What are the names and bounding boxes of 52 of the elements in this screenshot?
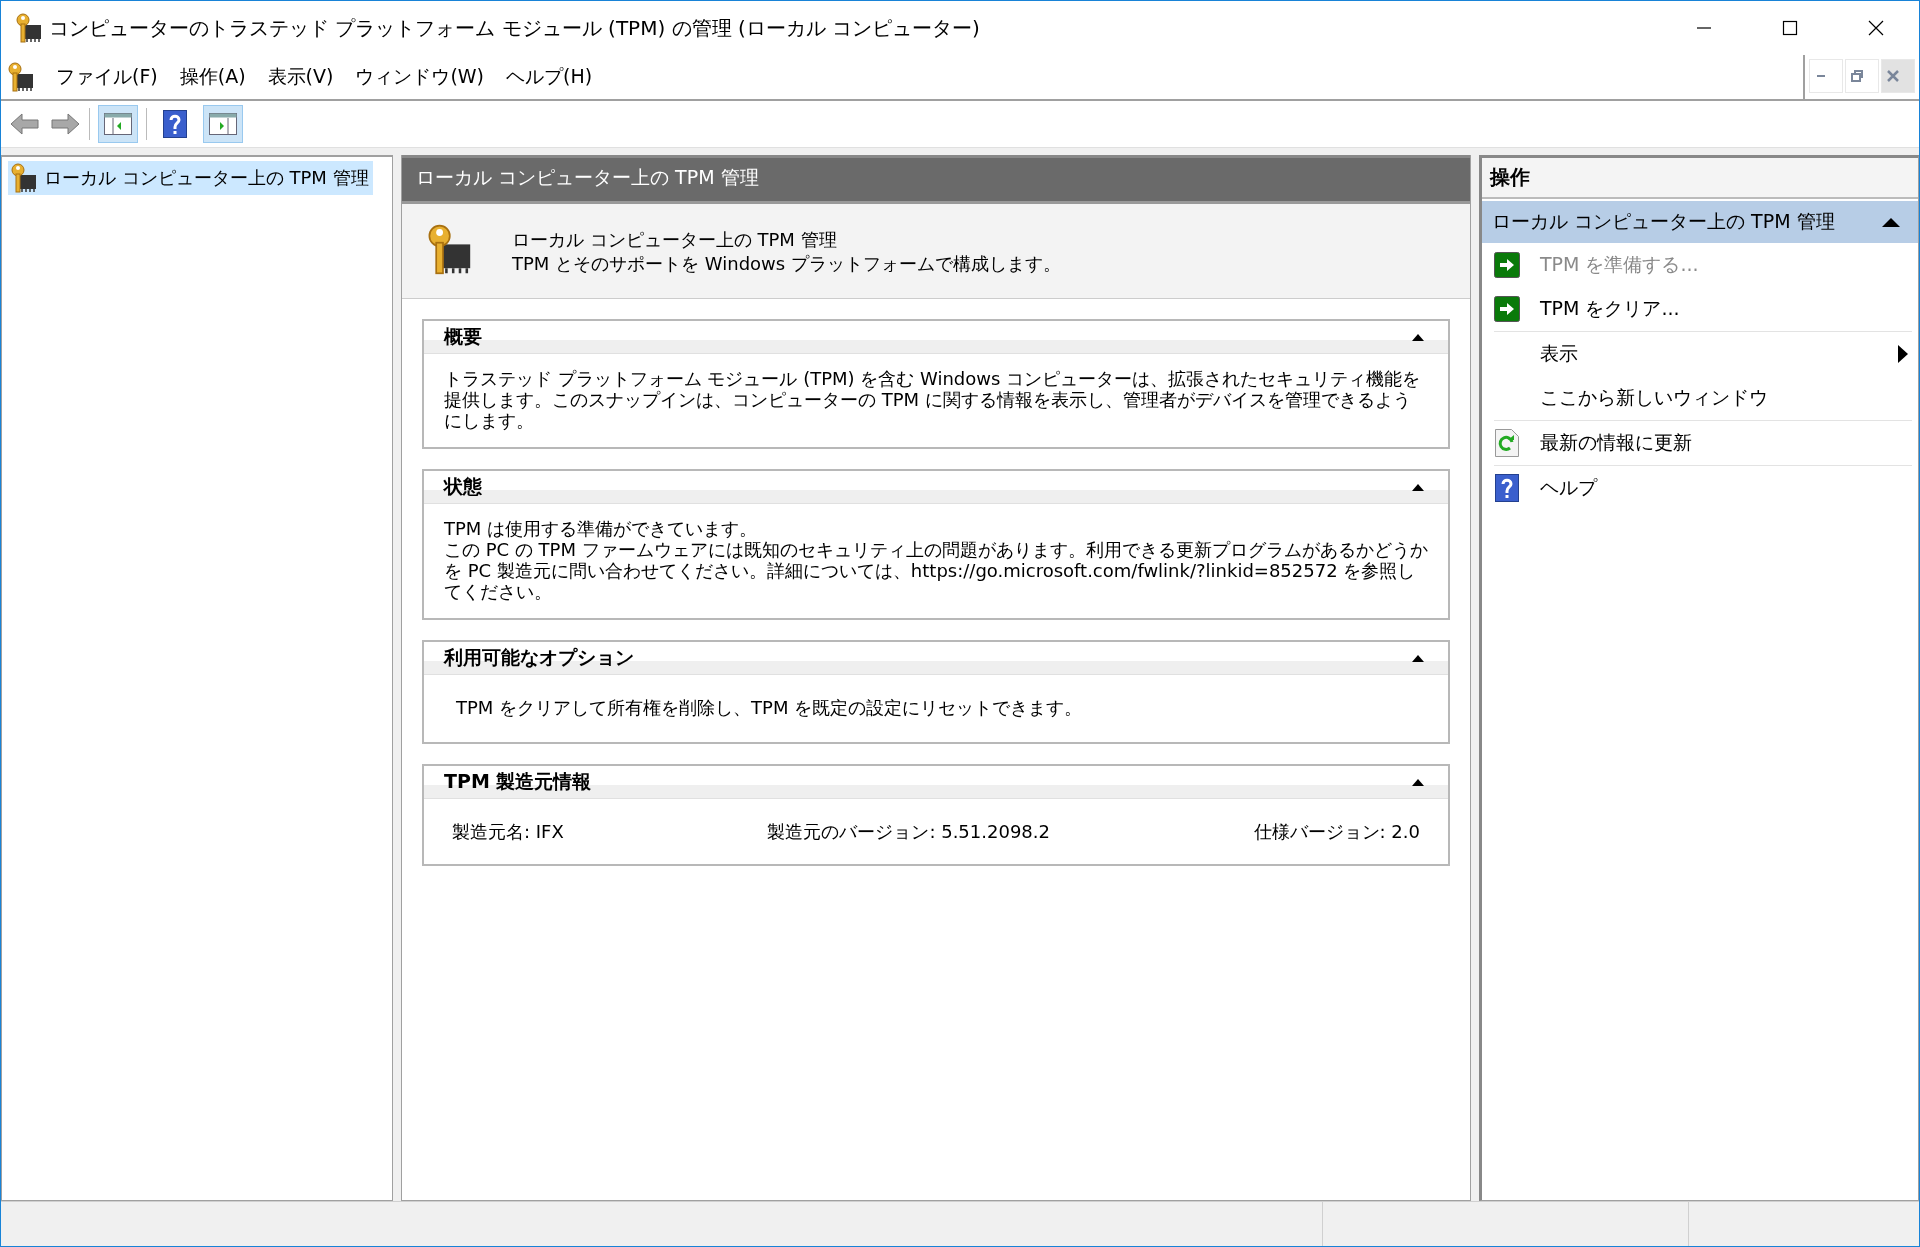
section-title: 利用可能なオプション [444, 645, 634, 670]
action-item[interactable]: ヘルプ [1494, 465, 1912, 510]
menu-item[interactable]: 操作(A) [168, 60, 257, 94]
help-icon [1495, 474, 1519, 502]
action-group-header[interactable]: ローカル コンピューター上の TPM 管理 [1482, 201, 1918, 243]
menu-item[interactable]: ヘルプ(H) [495, 60, 604, 94]
collapse-toggle[interactable] [1412, 654, 1424, 662]
close-icon [1868, 20, 1884, 36]
field-text: 仕様バージョン: 2.0 [1253, 821, 1420, 842]
window-title: コンピューターのトラステッド プラットフォーム モジュール (TPM) の管理 (ローカル コンピューター) [49, 14, 980, 42]
minimize-icon [1696, 27, 1712, 29]
action-item[interactable]: 最新の情報に更新 [1494, 420, 1912, 465]
section-text: TPM は使用する準備ができています。 [444, 518, 759, 539]
intro-description: TPM とそのサポートを Windows プラットフォームで構成します。 [512, 252, 1061, 276]
minimize-icon [1817, 75, 1825, 77]
back-arrow-icon[interactable] [9, 111, 41, 137]
menu-item[interactable]: ウィンドウ(W) [344, 60, 496, 94]
refresh-icon [1495, 429, 1519, 457]
collapse-toggle[interactable] [1412, 333, 1424, 341]
show-console-tree-button[interactable] [98, 105, 138, 143]
show-action-pane-button[interactable] [203, 105, 243, 143]
field-text: 製造元のバージョン: 5.51.2098.2 [767, 821, 1050, 842]
intro-title: ローカル コンピューター上の TPM 管理 [512, 228, 838, 252]
help-icon [163, 110, 187, 138]
maximize-icon [1782, 20, 1798, 36]
action-item[interactable]: TPM をクリア... [1494, 287, 1912, 331]
child-close-button[interactable] [1881, 59, 1915, 93]
menu-item[interactable]: ファイル(F) [45, 60, 169, 94]
section-text: TPM をクリアして所有権を削除し、TPM を既定の設定にリセットできます。 [456, 697, 1084, 718]
section-title: TPM 製造元情報 [444, 769, 592, 794]
actions-title: 操作 [1482, 158, 1918, 199]
menu-item[interactable]: 表示(V) [256, 60, 345, 94]
forward-arrow-icon[interactable] [49, 111, 81, 137]
section-title: 概要 [444, 324, 482, 349]
child-restore-button[interactable] [1845, 59, 1879, 93]
submenu-arrow-icon [1898, 345, 1908, 363]
pane-icon [103, 110, 133, 138]
action-item[interactable]: 表示 [1494, 331, 1912, 376]
collapse-toggle[interactable] [1412, 778, 1424, 786]
app-key-icon [15, 13, 43, 43]
panel-header: ローカル コンピューター上の TPM 管理 [402, 155, 1470, 204]
field-text: 製造元名: IFX [452, 821, 564, 842]
tree-item[interactable]: ローカル コンピューター上の TPM 管理 [8, 161, 373, 195]
section-title: 状態 [444, 474, 482, 499]
close-icon [1885, 68, 1901, 84]
collapse-toggle[interactable] [1412, 483, 1424, 491]
pane-icon [208, 110, 238, 138]
document-key-icon [7, 62, 35, 92]
restore-icon [1849, 68, 1865, 84]
section-text: トラステッド プラットフォーム モジュール (TPM) を含む Windows コンピューターは、拡張されたセキュリティ機能を提供します。このスナップインは、コンピューターの TPM に関する情報を表示し、管理者がデバイスを管理できるようにします。 [444, 368, 1422, 431]
action-item[interactable]: ここから新しいウィンドウ [1494, 376, 1912, 420]
section-text: この PC の TPM ファームウェアには既知のセキュリティ上の問題があります。利用できる更新プログラムがあるかどうかを PC 製造元に問い合わせてください。詳細については、https://go.microsoft.com/fwlink/?linkid=852572 を参照してください。 [444, 539, 1428, 602]
